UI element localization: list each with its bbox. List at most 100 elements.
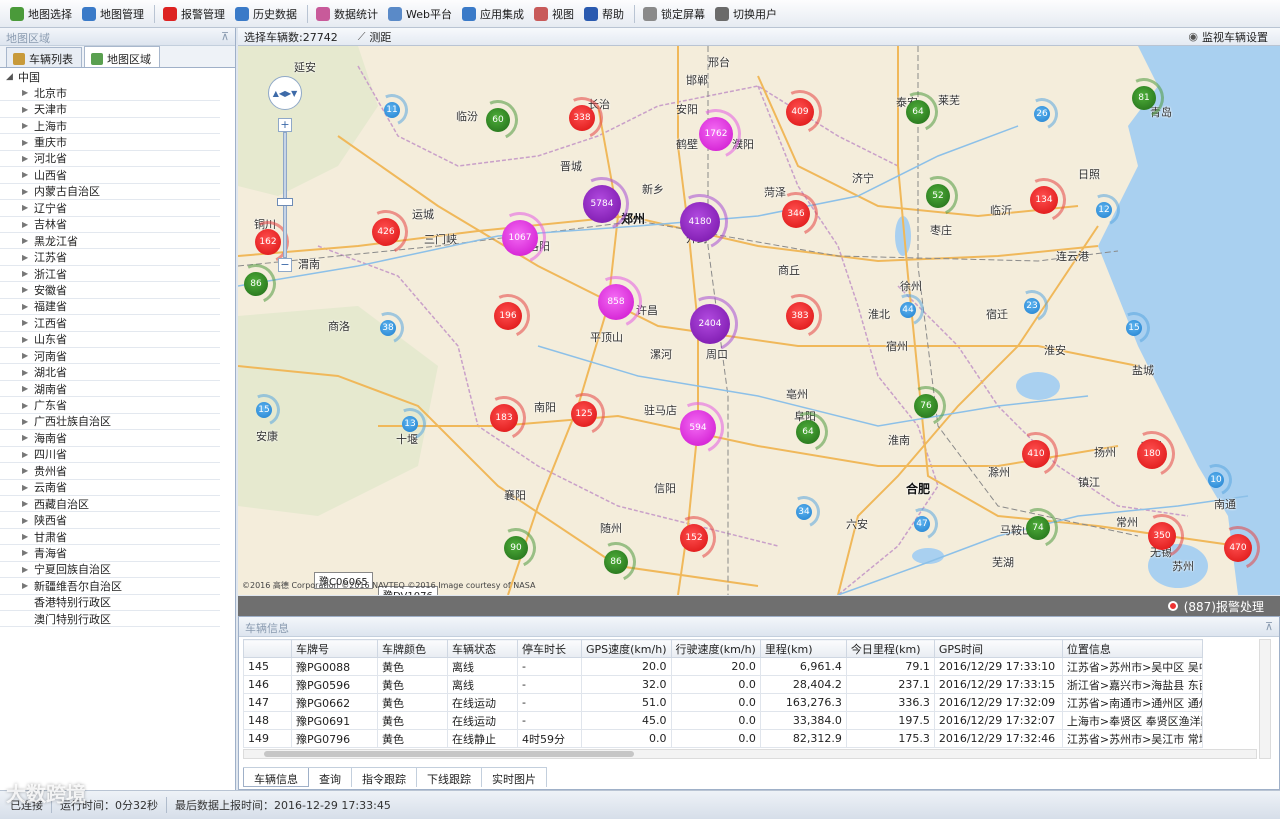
column-header[interactable]: 里程(km) [759, 639, 847, 658]
column-header[interactable]: 今日里程(km) [845, 639, 935, 658]
expand-arrow-icon[interactable]: ▶ [22, 88, 34, 97]
table-row[interactable]: 146 豫PG0596 黄色 离线 -32.0 0.0 28,404.2 237.1 2016/… [243, 675, 1203, 694]
vehicle-cluster-marker[interactable]: 26 [1034, 106, 1050, 122]
expand-arrow-icon[interactable]: ▶ [22, 220, 34, 229]
vehicle-cluster-marker[interactable]: 15 [256, 402, 272, 418]
expand-arrow-icon[interactable]: ▶ [22, 285, 34, 294]
expand-arrow-icon[interactable]: ▶ [22, 565, 34, 574]
vehicle-cluster-marker[interactable]: 86 [604, 550, 628, 574]
vehicle-cluster-marker[interactable]: 15 [1126, 320, 1142, 336]
expand-arrow-icon[interactable]: ▶ [22, 105, 34, 114]
expand-arrow-icon[interactable]: ▶ [22, 335, 34, 344]
tree-item[interactable]: ▶ 北京市 [0, 85, 220, 102]
expand-arrow-icon[interactable]: ▶ [22, 170, 34, 179]
pan-control[interactable]: ▲◀▶▼ [268, 76, 302, 110]
tree-item[interactable]: ▶ 内蒙古自治区 [0, 184, 220, 201]
expand-arrow-icon[interactable]: ▶ [22, 450, 34, 459]
tree-item[interactable]: ▶ 江西省 [0, 315, 220, 332]
vehicle-cluster-marker[interactable]: 338 [569, 105, 595, 131]
tree-item[interactable]: ▶ 陕西省 [0, 512, 220, 529]
expand-arrow-icon[interactable]: ▶ [22, 532, 34, 541]
vehicle-cluster-marker[interactable]: 196 [494, 302, 522, 330]
expand-arrow-icon[interactable]: ◢ [6, 72, 18, 82]
expand-arrow-icon[interactable]: ▶ [22, 138, 34, 147]
tab-vehicle-list[interactable]: 车辆列表 [6, 47, 82, 67]
tree-item[interactable]: ▶ 西藏自治区 [0, 496, 220, 513]
column-header[interactable]: GPS速度(km/h) [581, 639, 672, 658]
vehicle-cluster-marker[interactable]: 74 [1026, 516, 1050, 540]
column-header[interactable]: 位置信息 [1061, 639, 1203, 658]
tab-map-region[interactable]: 地图区域 [84, 46, 160, 67]
toolbar-button-1[interactable]: 地图管理 [78, 3, 150, 25]
expand-arrow-icon[interactable]: ▶ [22, 548, 34, 557]
tree-item[interactable]: ▶ 河北省 [0, 151, 220, 168]
bottom-tab[interactable]: 指令跟踪 [352, 768, 417, 787]
expand-arrow-icon[interactable]: ▶ [22, 417, 34, 426]
expand-arrow-icon[interactable]: ▶ [22, 433, 34, 442]
expand-arrow-icon[interactable]: ▶ [22, 203, 34, 212]
table-row[interactable]: 145 豫PG0088 黄色 离线 -20.0 20.0 6,961.4 79.1 2016/1… [243, 657, 1203, 676]
toolbar-button-5[interactable]: Web平台 [384, 3, 458, 25]
column-header[interactable]: 车牌颜色 [377, 639, 448, 658]
tree-item[interactable]: ▶ 宁夏回族自治区 [0, 562, 220, 579]
column-header[interactable]: 停车时长 [517, 639, 582, 658]
toolbar-button-2[interactable]: 报警管理 [159, 3, 231, 25]
vehicle-cluster-marker[interactable]: 152 [680, 524, 708, 552]
pin-icon[interactable]: ⊼ [221, 30, 229, 43]
toolbar-button-3[interactable]: 历史数据 [231, 3, 303, 25]
expand-arrow-icon[interactable]: ▶ [22, 466, 34, 475]
pin-icon[interactable]: ⊼ [1265, 620, 1273, 633]
vehicle-cluster-marker[interactable]: 1762 [699, 117, 733, 151]
vehicle-cluster-marker[interactable]: 183 [490, 404, 518, 432]
vehicle-cluster-marker[interactable]: 12 [1096, 202, 1112, 218]
vehicle-cluster-marker[interactable]: 64 [906, 100, 930, 124]
vehicle-cluster-marker[interactable]: 76 [914, 394, 938, 418]
tree-item[interactable]: ▶ 湖南省 [0, 381, 220, 398]
vehicle-cluster-marker[interactable]: 44 [900, 302, 916, 318]
tree-item[interactable]: ▶ 广西壮族自治区 [0, 414, 220, 431]
tree-root-china[interactable]: ◢ 中国 [0, 69, 235, 85]
expand-arrow-icon[interactable]: ▶ [22, 483, 34, 492]
vehicle-cluster-marker[interactable]: 470 [1224, 534, 1252, 562]
tree-item[interactable]: ▶ 吉林省 [0, 217, 220, 233]
expand-arrow-icon[interactable]: ▶ [22, 351, 34, 360]
expand-arrow-icon[interactable]: ▶ [22, 253, 34, 262]
vehicle-cluster-marker[interactable]: 90 [504, 536, 528, 560]
expand-arrow-icon[interactable]: ▶ [22, 187, 34, 196]
vehicle-cluster-marker[interactable]: 383 [786, 302, 814, 330]
scrollbar-thumb[interactable] [264, 751, 634, 757]
tree-item[interactable]: ▶ 天津市 [0, 101, 220, 118]
bottom-tab[interactable]: 实时图片 [482, 768, 547, 787]
column-header[interactable]: GPS时间 [933, 639, 1063, 658]
vehicle-cluster-marker[interactable]: 10 [1208, 472, 1224, 488]
bottom-tab[interactable]: 车辆信息 [243, 768, 309, 787]
expand-arrow-icon[interactable]: ▶ [22, 499, 34, 508]
tree-item[interactable]: ▶ 河南省 [0, 348, 220, 365]
zoom-in-button[interactable]: + [278, 118, 292, 132]
vehicle-cluster-marker[interactable]: 38 [380, 320, 396, 336]
tree-item[interactable]: ▶ 黑龙江省 [0, 233, 220, 250]
expand-arrow-icon[interactable]: ▶ [22, 318, 34, 327]
column-header[interactable]: 行驶速度(km/h) [670, 639, 761, 658]
vehicle-cluster-marker[interactable]: 11 [384, 102, 400, 118]
map-canvas[interactable]: 延安临汾长治邯郸邢台安阳鹤壁濮阳晋城新乡郑州开封运城三门峡渭南铜川洛阳商洛许昌平… [238, 46, 1280, 595]
tree-item[interactable]: ▶ 广东省 [0, 397, 220, 414]
vehicle-cluster-marker[interactable]: 594 [680, 410, 716, 446]
vehicle-cluster-marker[interactable]: 346 [782, 200, 810, 228]
vehicle-cluster-marker[interactable]: 410 [1022, 440, 1050, 468]
vehicle-cluster-marker[interactable]: 134 [1030, 186, 1058, 214]
expand-arrow-icon[interactable]: ▶ [22, 302, 34, 311]
toolbar-button-10[interactable]: 切换用户 [711, 3, 783, 25]
toolbar-button-7[interactable]: 视图 [530, 3, 580, 25]
expand-arrow-icon[interactable]: ▶ [22, 384, 34, 393]
tree-item[interactable]: ▶澳门特别行政区 [0, 611, 220, 628]
tree-item[interactable]: ▶ 海南省 [0, 430, 220, 447]
vehicle-cluster-marker[interactable]: 81 [1132, 86, 1156, 110]
vehicle-cluster-marker[interactable]: 180 [1137, 439, 1167, 469]
tree-item[interactable]: ▶ 云南省 [0, 480, 220, 496]
tree-item[interactable]: ▶ 江苏省 [0, 249, 220, 266]
vehicle-cluster-marker[interactable]: 4180 [680, 202, 720, 242]
tree-item[interactable]: ▶ 上海市 [0, 118, 220, 135]
expand-arrow-icon[interactable]: ▶ [22, 401, 34, 410]
vehicle-cluster-marker[interactable]: 5784 [583, 185, 621, 223]
